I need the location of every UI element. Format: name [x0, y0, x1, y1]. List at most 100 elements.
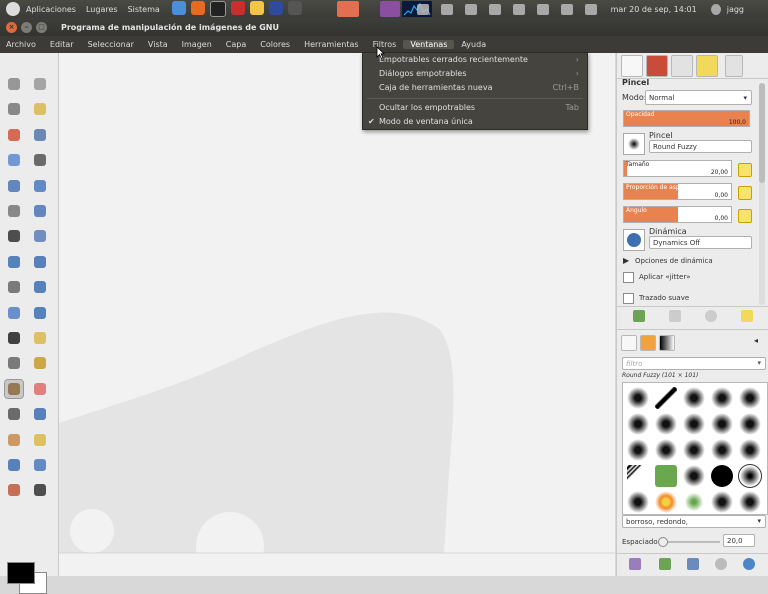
reset-angle-icon[interactable]: [738, 209, 752, 223]
tab-menu[interactable]: [725, 55, 743, 77]
smudge-tool-icon[interactable]: [5, 456, 23, 474]
brush-thumbnail[interactable]: [627, 491, 649, 513]
fuzzy-select-tool-icon[interactable]: [31, 100, 49, 118]
eraser-tool-icon[interactable]: [31, 380, 49, 398]
new-brush-icon[interactable]: [659, 558, 671, 570]
delete-options-icon[interactable]: [705, 310, 717, 322]
aspect-slider[interactable]: Proporción de aspecto 0,00: [623, 183, 732, 200]
tab-gradients[interactable]: [659, 335, 675, 351]
menu-item-recent-docks[interactable]: Empotrables cerrados recientemente ›: [379, 55, 579, 64]
terminal-icon[interactable]: [209, 1, 226, 17]
reset-aspect-icon[interactable]: [738, 186, 752, 200]
airbrush-tool-icon[interactable]: [5, 405, 23, 423]
brush-thumbnail[interactable]: [711, 465, 733, 487]
spacing-field[interactable]: 20,0: [723, 534, 755, 547]
user-icon[interactable]: [710, 3, 721, 15]
refresh-brushes-icon[interactable]: [743, 558, 755, 570]
brush-thumbnail[interactable]: [739, 413, 761, 435]
color-select-tool-icon[interactable]: [5, 126, 23, 144]
brush-tags-field[interactable]: borroso, redondo, ▾: [622, 515, 766, 528]
close-icon[interactable]: ×: [6, 21, 17, 33]
brush-thumbnail[interactable]: [627, 413, 649, 435]
menu-item-single-window[interactable]: Modo de ventana única: [379, 117, 579, 126]
perspective-tool-icon[interactable]: [31, 278, 49, 296]
foreground-color-swatch[interactable]: [7, 562, 35, 584]
tab-paths[interactable]: [671, 55, 693, 77]
brush-grid[interactable]: [622, 382, 768, 515]
panel-menu-system[interactable]: Sistema: [128, 5, 160, 14]
panel-menu-places[interactable]: Lugares: [86, 5, 118, 14]
scale-tool-icon[interactable]: [31, 253, 49, 271]
move-tool-icon[interactable]: [31, 202, 49, 220]
filezilla-icon[interactable]: [230, 1, 245, 15]
menu-vista[interactable]: Vista: [141, 40, 175, 49]
rect-select-tool-icon[interactable]: [5, 75, 23, 93]
zoom-tool-icon[interactable]: [31, 177, 49, 195]
image-canvas[interactable]: [59, 53, 615, 576]
eclipse-icon[interactable]: [268, 1, 283, 15]
cage-tool-icon[interactable]: [31, 304, 49, 322]
brush-preview[interactable]: [623, 133, 645, 155]
brush-thumbnail[interactable]: [739, 387, 761, 409]
rotate-tool-icon[interactable]: [5, 253, 23, 271]
scissors-tool-icon[interactable]: [31, 126, 49, 144]
tab-undo[interactable]: [696, 55, 718, 77]
brush-thumbnail[interactable]: [738, 464, 762, 488]
foreground-select-tool-icon[interactable]: [5, 151, 23, 169]
delete-brush-icon[interactable]: [715, 558, 727, 570]
angle-slider[interactable]: Ángulo 0,00: [623, 206, 732, 223]
measure-tool-icon[interactable]: [5, 202, 23, 220]
free-select-tool-icon[interactable]: [5, 100, 23, 118]
brush-thumbnail[interactable]: [739, 439, 761, 461]
brush-thumbnail[interactable]: [711, 387, 733, 409]
brush-name-field[interactable]: Round Fuzzy: [649, 140, 752, 153]
workspace-icon[interactable]: [380, 1, 400, 17]
reset-size-icon[interactable]: [738, 163, 752, 177]
blend-tool-icon[interactable]: [5, 354, 23, 372]
menu-item-hide-docks[interactable]: Ocultar los empotrables Tab: [379, 103, 579, 112]
ellipse-select-tool-icon[interactable]: [31, 75, 49, 93]
gimp-launcher-icon[interactable]: [287, 1, 302, 15]
brush-thumbnail[interactable]: [655, 465, 677, 487]
brush-thumbnail[interactable]: [711, 439, 733, 461]
bluetooth-icon[interactable]: [488, 3, 501, 15]
edit-brush-icon[interactable]: [629, 558, 641, 570]
save-options-icon[interactable]: [633, 310, 645, 322]
menu-archivo[interactable]: Archivo: [0, 40, 43, 49]
heal-tool-icon[interactable]: [31, 329, 49, 347]
tool-options-scrollbar[interactable]: [759, 83, 765, 305]
opacity-slider[interactable]: Opacidad 100,0: [623, 110, 750, 127]
wifi-icon[interactable]: [584, 3, 597, 15]
brush-thumbnail[interactable]: [627, 465, 649, 487]
size-slider[interactable]: Tamaño 20,00: [623, 160, 732, 177]
user-name[interactable]: jagg: [727, 5, 744, 14]
tab-tool-options[interactable]: [621, 55, 643, 77]
display-icon[interactable]: [512, 3, 525, 15]
ubuntu-logo-icon[interactable]: [6, 2, 20, 16]
menu-item-dockable-dialogs[interactable]: Diálogos empotrables ›: [379, 69, 579, 78]
restore-options-icon[interactable]: [669, 310, 681, 322]
menu-editar[interactable]: Editar: [43, 40, 81, 49]
text-tool-icon[interactable]: [5, 329, 23, 347]
maximize-icon[interactable]: □: [36, 21, 47, 33]
tab-brushes[interactable]: [621, 335, 637, 351]
dynamics-preview[interactable]: [623, 229, 645, 251]
minimize-icon[interactable]: –: [21, 21, 32, 33]
spacing-slider[interactable]: [658, 537, 720, 547]
brush-thumbnail[interactable]: [711, 491, 733, 513]
dynamics-field[interactable]: Dynamics Off: [649, 236, 752, 249]
brush-thumbnail[interactable]: [683, 491, 705, 513]
firefox-icon[interactable]: [190, 1, 205, 15]
brush-thumbnail[interactable]: [711, 413, 733, 435]
chromium-icon[interactable]: [171, 1, 186, 15]
keyboard-icon[interactable]: [440, 3, 453, 15]
smooth-checkbox[interactable]: [623, 293, 634, 304]
shear-tool-icon[interactable]: [5, 278, 23, 296]
ink-tool-icon[interactable]: [31, 405, 49, 423]
clock[interactable]: mar 20 de sep, 14:01: [611, 5, 697, 14]
pidgin-icon[interactable]: [249, 1, 264, 15]
brush-thumbnail[interactable]: [655, 439, 677, 461]
burn-tool-icon[interactable]: [31, 481, 49, 499]
perspective-clone-tool-icon[interactable]: [31, 431, 49, 449]
menu-ventanas[interactable]: Ventanas: [403, 40, 455, 49]
